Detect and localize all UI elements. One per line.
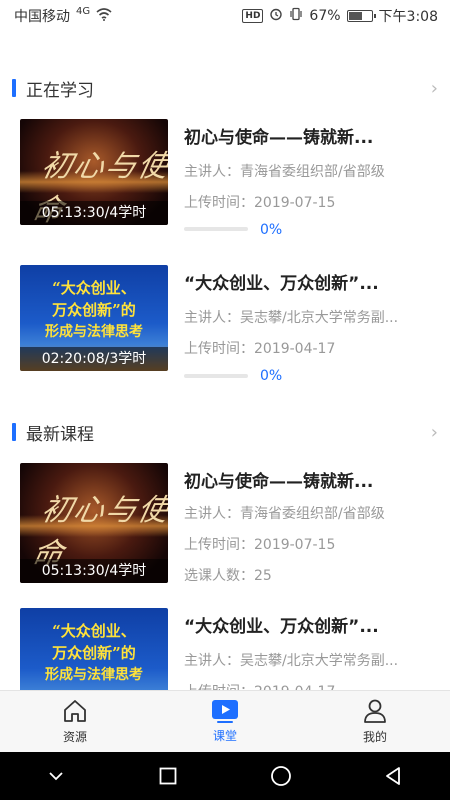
course-upload-time: 上传时间：2019-04-17 — [184, 681, 424, 690]
back-icon[interactable] — [384, 766, 404, 786]
course-lecturer: 主讲人：吴志攀/北京大学常务副... — [184, 310, 399, 326]
bottom-tab-bar: 资源 课堂 我的 — [0, 690, 450, 752]
battery-icon — [346, 10, 376, 22]
duration-caption: 02:20:08/3学时 — [20, 347, 168, 371]
course-title: “大众创业、万众创新”... — [184, 274, 379, 294]
course-upload-time: 上传时间：2019-07-15 — [184, 195, 336, 211]
vibrate-icon — [289, 7, 303, 25]
course-upload-time: 上传时间：2019-07-15 — [184, 537, 336, 553]
course-card[interactable]: 初心与使命 05:13:30/4学时 初心与使命——铸就新... 主讲人：青海省… — [20, 119, 430, 238]
thumbnail-text-line: 万众创新”的 — [52, 301, 136, 319]
tab-label: 课堂 — [212, 729, 237, 743]
status-time: 下午3:08 — [378, 9, 438, 25]
course-card[interactable]: “大众创业、 万众创新”的 形成与法律思考 “大众创业、万众创新”... 主讲人… — [20, 608, 430, 690]
section-accent-bar — [12, 423, 16, 441]
home-circle-icon[interactable] — [270, 765, 292, 787]
home-icon — [64, 700, 86, 722]
course-thumbnail: “大众创业、 万众创新”的 形成与法律思考 02:20:08/3学时 — [20, 265, 168, 371]
section-title: 最新课程 — [26, 424, 94, 445]
section-header-latest[interactable]: 最新课程 › — [0, 417, 450, 447]
course-card[interactable]: “大众创业、 万众创新”的 形成与法律思考 02:20:08/3学时 “大众创业… — [20, 265, 430, 384]
carrier-name: 中国移动 — [14, 9, 70, 25]
tab-label: 我的 — [362, 730, 387, 744]
duration-caption: 05:13:30/4学时 — [20, 201, 168, 225]
course-enroll-count: 选课人数：25 — [184, 568, 272, 584]
course-thumbnail: 初心与使命 05:13:30/4学时 — [20, 119, 168, 225]
thumbnail-text-line: 形成与法律思考 — [45, 324, 143, 340]
progress-bar — [184, 227, 248, 231]
course-lecturer: 主讲人：吴志攀/北京大学常务副... — [184, 653, 399, 669]
progress-percent: 0% — [260, 222, 283, 238]
system-nav-bar — [0, 752, 450, 800]
tab-label: 资源 — [62, 730, 87, 744]
course-thumbnail: 初心与使命 05:13:30/4学时 — [20, 463, 168, 583]
play-icon — [212, 700, 238, 723]
battery-percent: 67% — [309, 8, 341, 24]
course-card[interactable]: 初心与使命 05:13:30/4学时 初心与使命——铸就新... 主讲人：青海省… — [20, 463, 430, 584]
course-lecturer: 主讲人：青海省委组织部/省部级 — [184, 164, 385, 180]
course-thumbnail: “大众创业、 万众创新”的 形成与法律思考 — [20, 608, 168, 690]
section-header-studying[interactable]: 正在学习 › — [0, 73, 450, 103]
thumbnail-text-line: 形成与法律思考 — [45, 667, 143, 683]
duration-caption: 05:13:30/4学时 — [20, 559, 168, 583]
tab-classroom[interactable]: 课堂 — [150, 691, 300, 752]
section-title: 正在学习 — [26, 80, 94, 101]
course-title: 初心与使命——铸就新... — [184, 128, 374, 148]
alarm-icon — [269, 7, 283, 25]
section-accent-bar — [12, 79, 16, 97]
thumbnail-text-line: 万众创新”的 — [52, 644, 136, 662]
status-bar: 中国移动 4G HD 67% 下午3:08 — [0, 0, 450, 32]
course-title: “大众创业、万众创新”... — [184, 617, 379, 637]
collapse-icon[interactable] — [46, 766, 66, 786]
tab-resources[interactable]: 资源 — [0, 691, 150, 752]
hd-badge: HD — [242, 9, 264, 23]
course-lecturer: 主讲人：青海省委组织部/省部级 — [184, 506, 385, 522]
tab-profile[interactable]: 我的 — [300, 691, 450, 752]
thumbnail-text-line: “大众创业、 — [52, 279, 136, 297]
progress-bar — [184, 374, 248, 378]
course-upload-time: 上传时间：2019-04-17 — [184, 341, 336, 357]
chevron-right-icon[interactable]: › — [431, 422, 438, 443]
signal-icon: 4G — [76, 5, 91, 17]
recents-icon[interactable] — [158, 766, 178, 786]
thumbnail-text-line: “大众创业、 — [52, 622, 136, 640]
course-title: 初心与使命——铸就新... — [184, 472, 374, 492]
progress-percent: 0% — [260, 368, 283, 384]
wifi-icon — [96, 7, 112, 25]
user-icon — [364, 699, 386, 723]
chevron-right-icon[interactable]: › — [431, 78, 438, 99]
